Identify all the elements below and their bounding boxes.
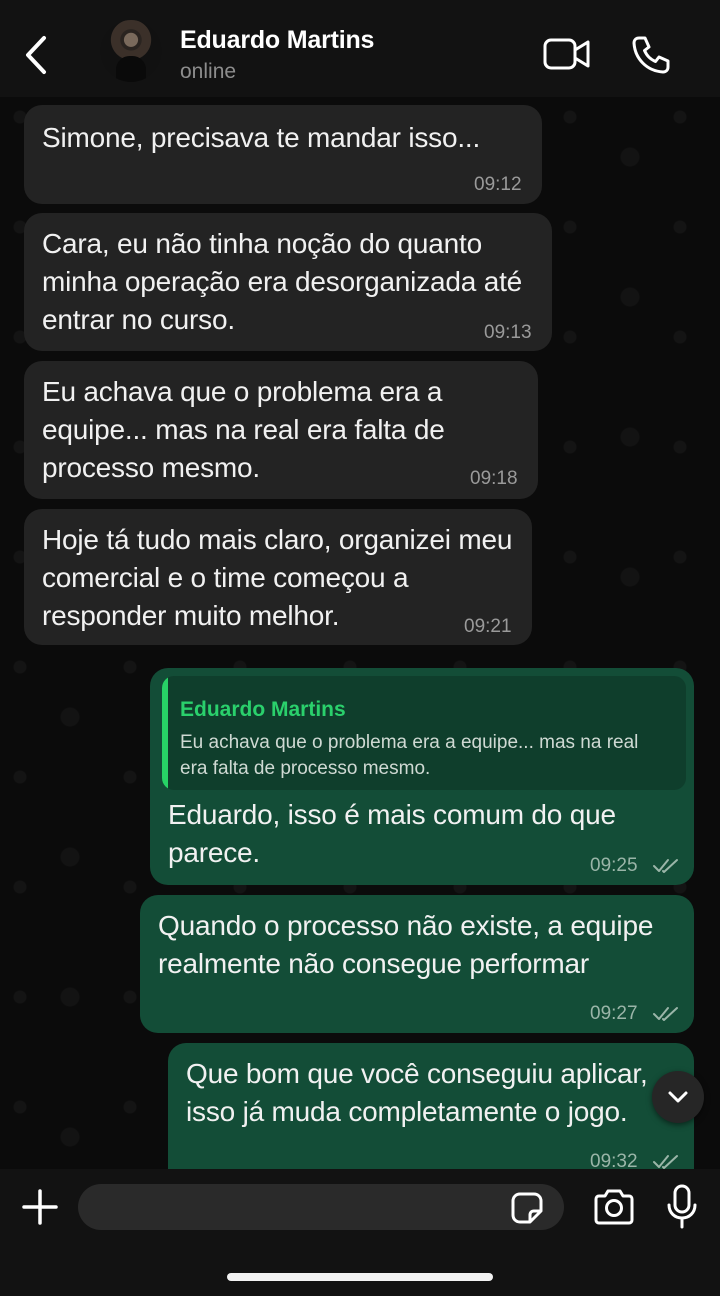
message-list[interactable]: Simone, precisava te mandar isso... 09:1…	[0, 97, 720, 1169]
quote-author: Eduardo Martins	[180, 698, 346, 721]
message-text: Quando o processo não existe, a equipe r…	[158, 910, 654, 979]
sticker-button[interactable]	[510, 1191, 544, 1225]
quoted-message[interactable]: Eduardo Martins Eu achava que o problema…	[162, 676, 686, 790]
camera-button[interactable]	[592, 1187, 636, 1227]
double-check-icon	[653, 859, 678, 873]
chat-header: Eduardo Martins online	[0, 0, 720, 98]
chevron-left-icon	[26, 36, 46, 74]
message-outgoing[interactable]: Eduardo Martins Eu achava que o problema…	[150, 668, 694, 885]
message-incoming[interactable]: Cara, eu não tinha noção do quanto minha…	[24, 213, 552, 351]
message-text: Simone, precisava te mandar isso...	[42, 122, 481, 153]
message-time: 09:18	[470, 468, 518, 489]
double-check-icon	[653, 1007, 678, 1021]
message-text: Que bom que você conseguiu aplicar, isso…	[186, 1058, 648, 1127]
back-button[interactable]	[18, 30, 54, 80]
message-time: 09:12	[474, 174, 522, 195]
message-incoming[interactable]: Simone, precisava te mandar isso... 09:1…	[24, 105, 542, 204]
message-time: 09:21	[464, 616, 512, 637]
voice-call-button[interactable]	[630, 34, 672, 76]
plus-icon	[22, 1189, 58, 1225]
video-camera-icon	[543, 38, 590, 70]
sticker-icon	[511, 1192, 543, 1224]
message-incoming[interactable]: Eu achava que o problema era a equipe...…	[24, 361, 538, 499]
contact-name[interactable]: Eduardo Martins	[180, 26, 374, 55]
composer-bar	[0, 1169, 720, 1296]
message-input[interactable]	[78, 1184, 564, 1230]
home-indicator[interactable]	[227, 1273, 493, 1281]
voice-message-button[interactable]	[664, 1183, 700, 1231]
double-check-icon	[653, 1155, 678, 1169]
message-text: Hoje tá tudo mais claro, organizei meu c…	[42, 524, 513, 631]
phone-icon	[632, 36, 670, 74]
message-time: 09:32	[590, 1151, 638, 1169]
attach-button[interactable]	[20, 1187, 60, 1227]
message-text: Eu achava que o problema era a equipe...…	[42, 376, 445, 483]
quote-text: Eu achava que o problema era a equipe...…	[180, 732, 639, 779]
video-call-button[interactable]	[542, 36, 592, 72]
chevron-down-icon	[668, 1091, 688, 1103]
avatar[interactable]	[100, 20, 162, 82]
message-time: 09:13	[484, 322, 532, 343]
message-incoming[interactable]: Hoje tá tudo mais claro, organizei meu c…	[24, 509, 532, 645]
scroll-to-bottom-button[interactable]	[652, 1071, 704, 1123]
message-outgoing[interactable]: Quando o processo não existe, a equipe r…	[140, 895, 694, 1033]
message-outgoing[interactable]: Que bom que você conseguiu aplicar, isso…	[168, 1043, 694, 1169]
message-text: Cara, eu não tinha noção do quanto minha…	[42, 228, 523, 335]
contact-status: online	[180, 60, 237, 83]
quote-accent-bar	[162, 676, 168, 790]
camera-icon	[594, 1189, 634, 1225]
message-time: 09:27	[590, 1003, 638, 1024]
message-time: 09:25	[590, 855, 638, 876]
microphone-icon	[667, 1184, 697, 1229]
